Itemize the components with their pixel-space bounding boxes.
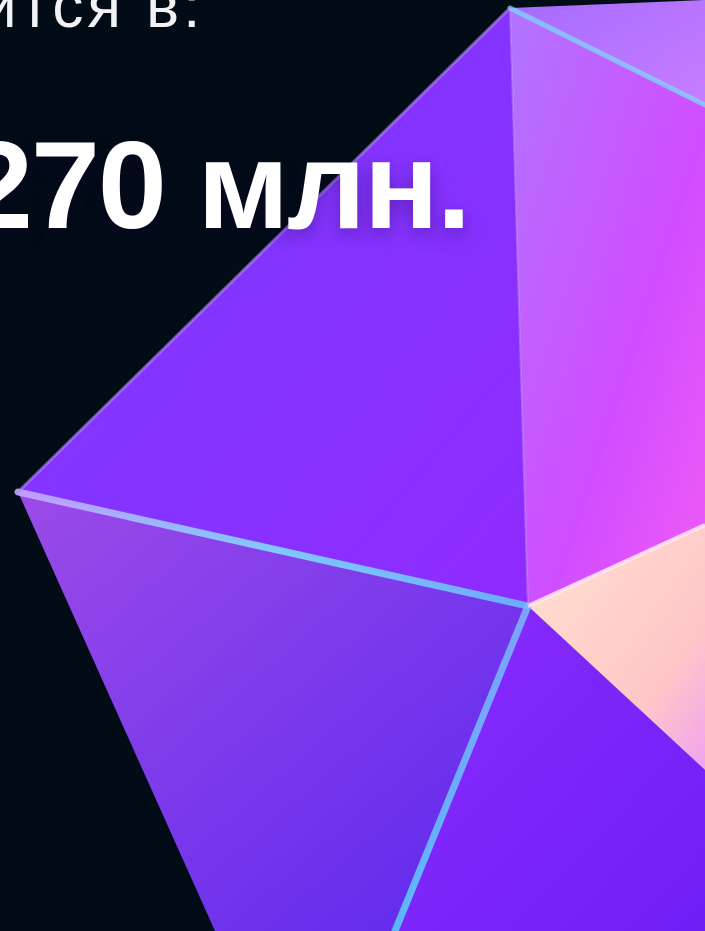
crystal-face-upper-right — [510, 8, 705, 606]
headline-line-1: ится в: — [0, 0, 205, 41]
slide-canvas: ится в: 270 млн. — [0, 0, 705, 931]
headline-amount: 270 млн. — [0, 117, 471, 255]
